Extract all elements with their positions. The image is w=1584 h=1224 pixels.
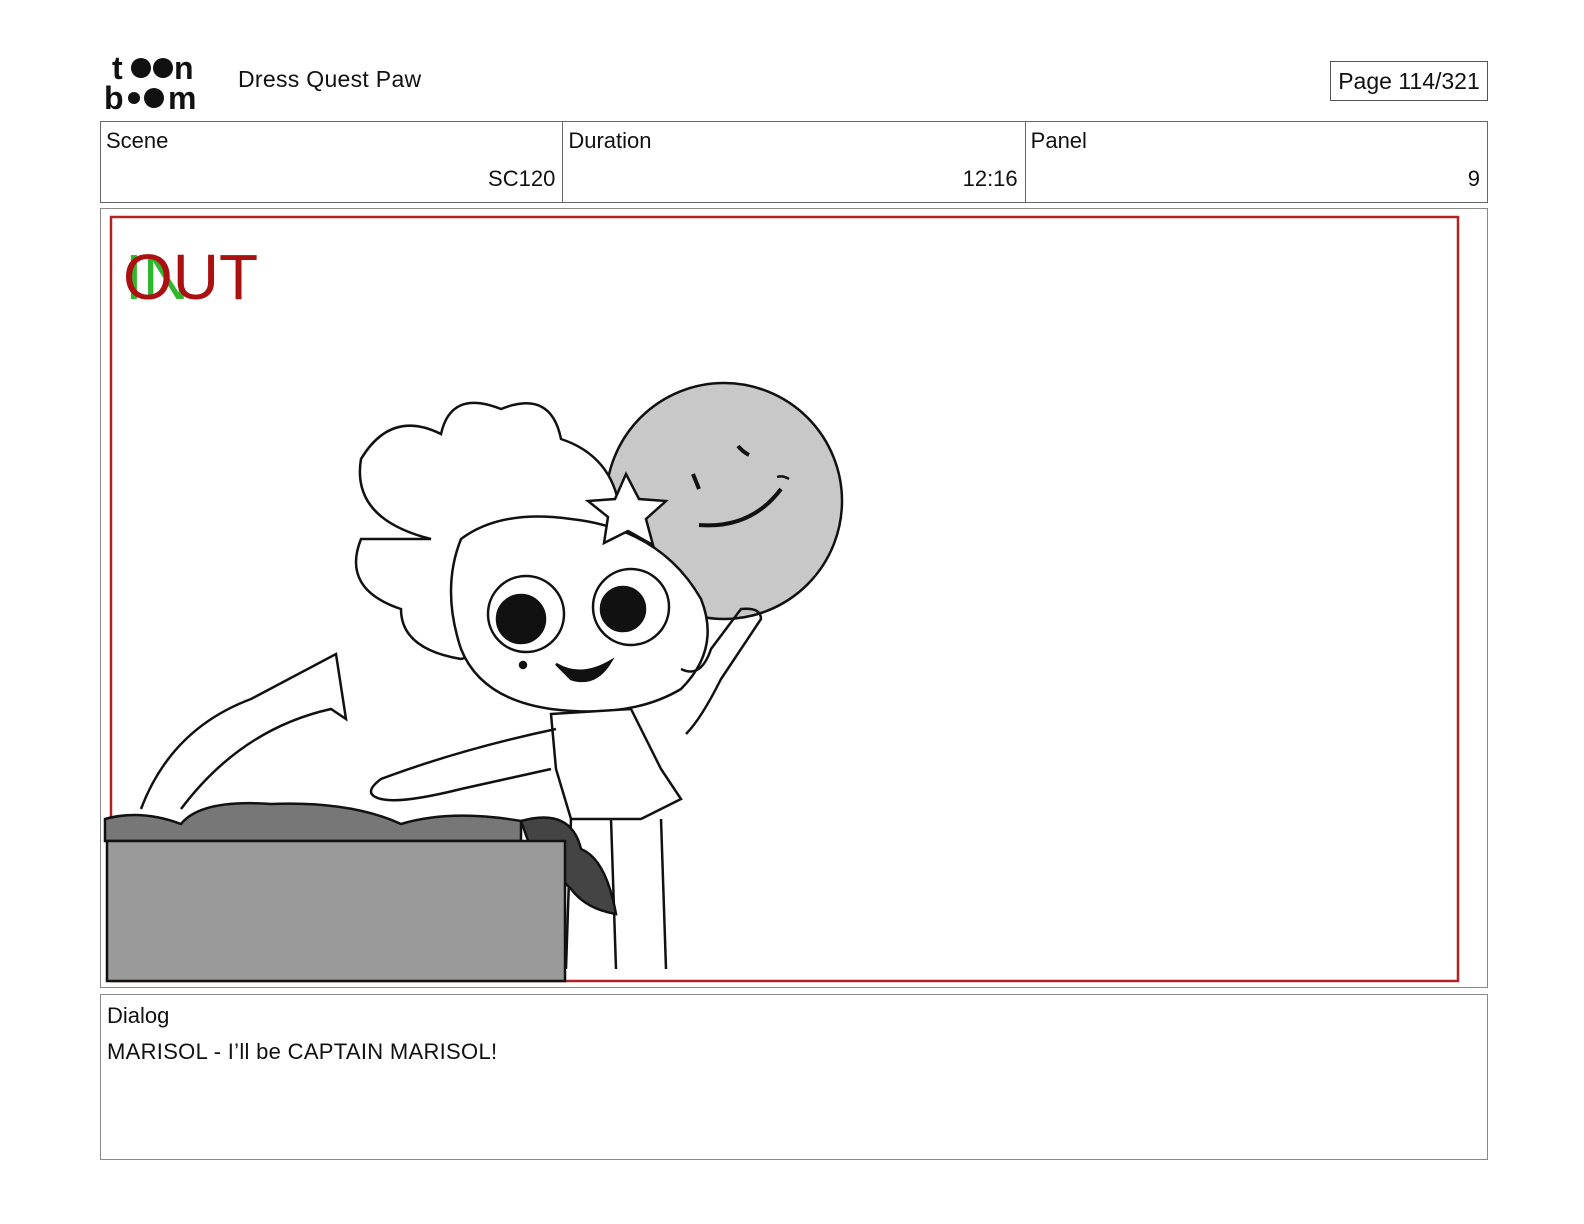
scene-value: SC120 xyxy=(488,166,556,191)
panel-drawing: IN OUT xyxy=(103,215,1460,983)
svg-text:m: m xyxy=(168,80,196,112)
dialog-label: Dialog xyxy=(107,1003,170,1028)
panel-label: Panel xyxy=(1030,128,1087,153)
duration-label: Duration xyxy=(568,128,652,153)
panel-value: 9 xyxy=(1467,166,1480,191)
project-title: Dress Quest Paw xyxy=(238,66,422,92)
scene-info-table: Scene SC120 Duration 12:16 Panel 9 xyxy=(100,121,1488,203)
chest-sketch xyxy=(103,801,618,983)
scene-label: Scene xyxy=(106,128,169,153)
toonboom-logo: t n b m xyxy=(104,52,196,112)
out-marker: OUT xyxy=(123,241,258,313)
dialog-box: Dialog MARISOL - I’ll be CAPTAIN MARISOL… xyxy=(100,994,1488,1160)
page-indicator: Page 114/321 xyxy=(1330,61,1488,101)
storyboard-panel: IN OUT xyxy=(100,208,1488,988)
dialog-text: MARISOL - I’ll be CAPTAIN MARISOL! xyxy=(107,1039,498,1064)
scene-cell: Scene SC120 xyxy=(101,122,564,202)
duration-value: 12:16 xyxy=(962,166,1018,191)
panel-cell: Panel 9 xyxy=(1026,122,1487,202)
svg-text:b: b xyxy=(104,80,124,112)
duration-cell: Duration 12:16 xyxy=(563,122,1026,202)
